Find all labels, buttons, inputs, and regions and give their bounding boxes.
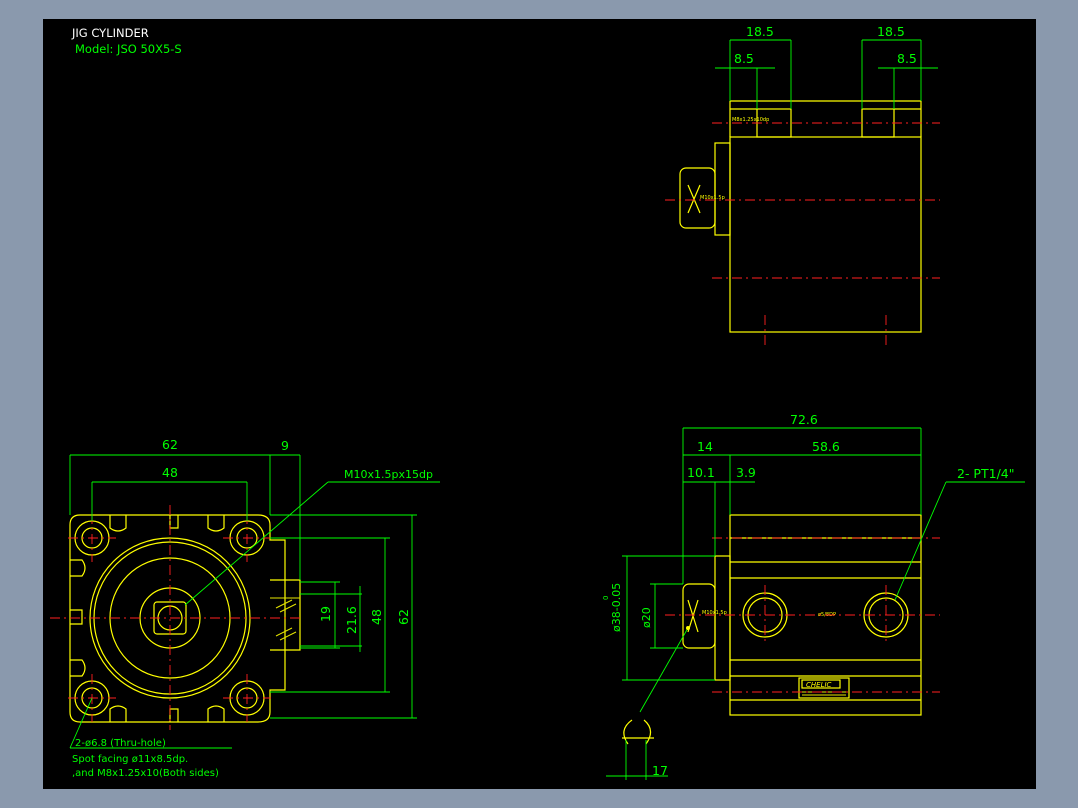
cad-viewport: JIG CYLINDER Model: JSO 50X5-S M10x1.5p … [0, 0, 1078, 808]
note-line-1: 2-ø6.8 (Thru-hole) [75, 738, 166, 749]
dim-side-b: 3.9 [736, 465, 756, 480]
callout-thread: M10x1.5px15dp [344, 468, 433, 481]
note-line-3: ,and M8x1.25x10(Both sides) [72, 768, 219, 779]
dim-rod-flat-outer: 21.6 [344, 606, 359, 634]
drawing-title: JIG CYLINDER [71, 26, 149, 40]
dim-top-left-inner: 8.5 [734, 51, 754, 66]
dim-front-height: 62 [396, 609, 411, 625]
dim-front-hole-pitch: 48 [162, 465, 178, 480]
dim-side-total: 72.6 [790, 412, 818, 427]
dim-side-body: 58.6 [812, 439, 840, 454]
dim-side-rod-part: 14 [697, 439, 713, 454]
note-line-2: Spot facing ø11x8.5dp. [72, 754, 188, 765]
dim-top-right-outer: 18.5 [877, 24, 905, 39]
dim-top-left-outer: 18.5 [746, 24, 774, 39]
dim-hole-pitch-vertical: 48 [369, 609, 384, 625]
dim-side-port: 2- PT1/4" [957, 466, 1014, 481]
top-port-label: M8x1.25x10dp [732, 117, 769, 123]
tip-leader-dot [686, 626, 690, 630]
dim-front-offset: 9 [281, 438, 289, 453]
logo-text: CHELIC [806, 681, 832, 689]
dim-side-a: 10.1 [687, 465, 715, 480]
dim-bore-tol: 0 [602, 596, 610, 600]
dim-top-right-inner: 8.5 [897, 51, 917, 66]
dim-bore-dia: ø38-0.05 [610, 583, 623, 632]
dim-rod-flat: 19 [318, 606, 333, 622]
drawing-model: Model: JSO 50X5-S [75, 42, 182, 56]
dim-front-width: 62 [162, 437, 178, 452]
dim-rod-dia: ø20 [640, 607, 653, 628]
cad-drawing-canvas[interactable]: JIG CYLINDER Model: JSO 50X5-S M10x1.5p … [0, 0, 1078, 808]
dim-rod-tip: 17 [652, 763, 668, 778]
